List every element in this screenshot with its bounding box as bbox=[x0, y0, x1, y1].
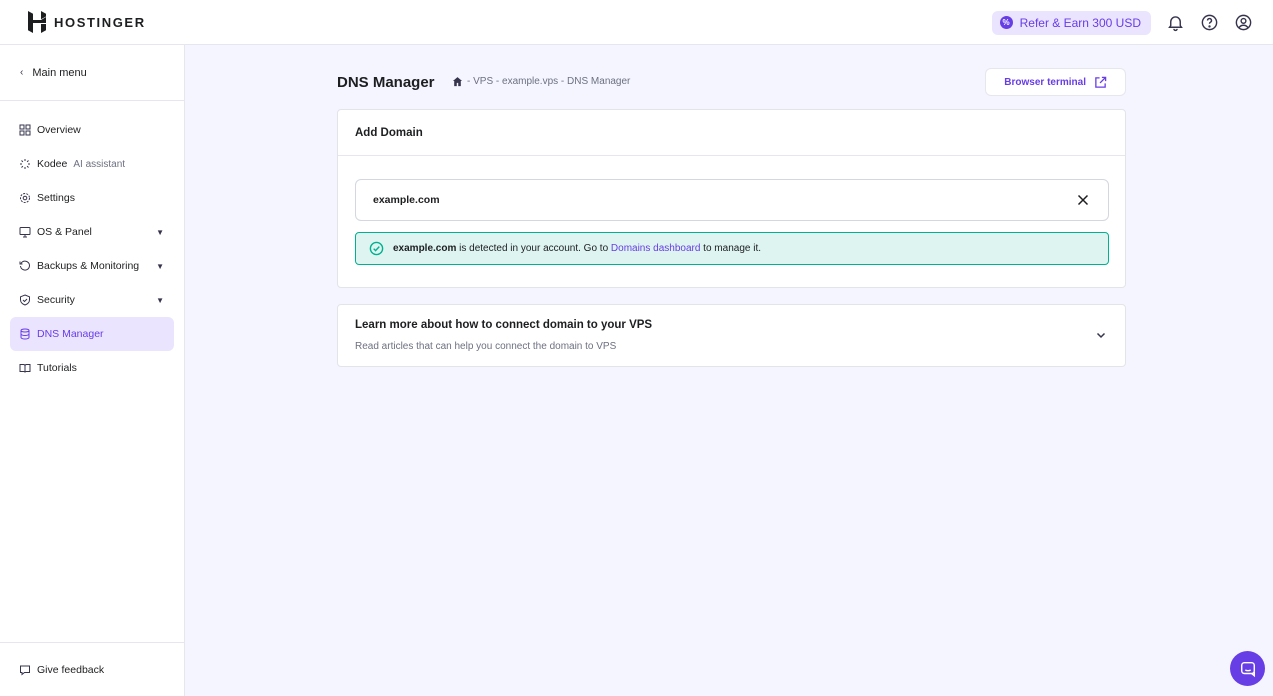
domain-input[interactable] bbox=[356, 180, 1056, 220]
domain-detected-alert: example.com is detected in your account.… bbox=[355, 232, 1109, 265]
breadcrumb: - VPS - example.vps - DNS Manager bbox=[452, 76, 630, 87]
chevron-left-icon: ‹ bbox=[20, 67, 24, 78]
sidebar-item-label: Tutorials bbox=[37, 362, 77, 374]
learn-more-subtitle: Read articles that can help you connect … bbox=[355, 341, 617, 352]
percent-icon: % bbox=[999, 16, 1013, 29]
kodee-icon bbox=[19, 158, 31, 170]
feedback-icon bbox=[20, 665, 30, 676]
domain-input-wrapper bbox=[355, 179, 1109, 221]
add-domain-title: Add Domain bbox=[338, 110, 1125, 156]
brand[interactable]: HOSTINGER bbox=[27, 11, 146, 33]
shield-icon bbox=[19, 294, 31, 306]
home-icon[interactable] bbox=[452, 76, 463, 87]
breadcrumb-path[interactable]: - VPS - example.vps - DNS Manager bbox=[467, 76, 630, 87]
sidebar-item-label: OS & Panel bbox=[37, 226, 92, 238]
domains-dashboard-link[interactable]: Domains dashboard bbox=[611, 243, 701, 254]
add-domain-card: Add Domain example.com is detected in yo… bbox=[337, 109, 1126, 288]
sidebar-nav: Overview Kodee AI assistant Settings OS … bbox=[0, 101, 184, 385]
caret-down-icon: ▼ bbox=[156, 261, 164, 271]
alert-text: example.com is detected in your account.… bbox=[393, 243, 761, 254]
sidebar-item-sublabel: AI assistant bbox=[73, 158, 126, 170]
alert-text-before: is detected in your account. Go to bbox=[456, 243, 611, 254]
sidebar: ‹ Main menu Overview Kodee AI assistant … bbox=[0, 45, 185, 696]
topbar-actions: % Refer & Earn 300 USD bbox=[991, 0, 1253, 45]
caret-down-icon: ▼ bbox=[156, 295, 164, 305]
sidebar-item-label: Overview bbox=[37, 124, 81, 136]
page-title: DNS Manager bbox=[337, 74, 435, 91]
gear-icon bbox=[19, 192, 31, 204]
sidebar-item-os-panel[interactable]: OS & Panel ▼ bbox=[10, 215, 174, 249]
sidebar-item-kodee[interactable]: Kodee AI assistant bbox=[10, 147, 174, 181]
chevron-down-icon[interactable] bbox=[1095, 329, 1107, 341]
sidebar-item-security[interactable]: Security ▼ bbox=[10, 283, 174, 317]
alert-text-after: to manage it. bbox=[700, 243, 761, 254]
backup-icon bbox=[19, 260, 31, 272]
external-link-icon bbox=[1095, 76, 1107, 88]
bell-icon[interactable] bbox=[1165, 13, 1185, 33]
sidebar-item-label: Kodee bbox=[37, 158, 68, 170]
dns-icon bbox=[19, 328, 31, 340]
hostinger-logo-icon bbox=[28, 11, 46, 33]
check-circle-icon bbox=[369, 241, 384, 256]
clear-input-button[interactable] bbox=[1076, 193, 1090, 207]
main-menu-link[interactable]: ‹ Main menu bbox=[0, 45, 184, 101]
give-feedback-link[interactable]: Give feedback bbox=[0, 642, 184, 696]
sidebar-item-label: Settings bbox=[37, 192, 75, 204]
sidebar-item-overview[interactable]: Overview bbox=[10, 113, 174, 147]
refer-earn-label: Refer & Earn 300 USD bbox=[1019, 15, 1141, 30]
refer-earn-button[interactable]: % Refer & Earn 300 USD bbox=[991, 10, 1151, 35]
chat-icon bbox=[1240, 661, 1255, 677]
sidebar-item-label: Security bbox=[37, 294, 75, 306]
learn-more-card[interactable]: Learn more about how to connect domain t… bbox=[337, 304, 1126, 367]
sidebar-item-dns-manager[interactable]: DNS Manager bbox=[10, 317, 174, 351]
main-menu-label: Main menu bbox=[32, 66, 87, 79]
alert-domain: example.com bbox=[393, 243, 457, 254]
help-icon[interactable] bbox=[1199, 13, 1219, 33]
learn-more-title: Learn more about how to connect domain t… bbox=[355, 319, 653, 331]
account-icon[interactable] bbox=[1233, 13, 1253, 33]
page-header: DNS Manager - VPS - example.vps - DNS Ma… bbox=[337, 68, 1126, 98]
sidebar-item-label: DNS Manager bbox=[37, 328, 104, 340]
browser-terminal-label: Browser terminal bbox=[1004, 76, 1086, 88]
book-icon bbox=[19, 362, 31, 374]
top-bar: HOSTINGER % Refer & Earn 300 USD bbox=[0, 0, 1273, 45]
sidebar-item-settings[interactable]: Settings bbox=[10, 181, 174, 215]
caret-down-icon: ▼ bbox=[156, 227, 164, 237]
sidebar-item-label: Backups & Monitoring bbox=[37, 260, 140, 272]
browser-terminal-button[interactable]: Browser terminal bbox=[985, 68, 1126, 96]
close-icon bbox=[1077, 194, 1089, 206]
sidebar-item-tutorials[interactable]: Tutorials bbox=[10, 351, 174, 385]
overview-icon bbox=[19, 124, 31, 136]
give-feedback-label: Give feedback bbox=[37, 663, 105, 676]
monitor-icon bbox=[19, 226, 31, 238]
brand-name: HOSTINGER bbox=[54, 14, 146, 30]
live-chat-button[interactable] bbox=[1230, 651, 1265, 686]
sidebar-item-backups[interactable]: Backups & Monitoring ▼ bbox=[10, 249, 174, 283]
